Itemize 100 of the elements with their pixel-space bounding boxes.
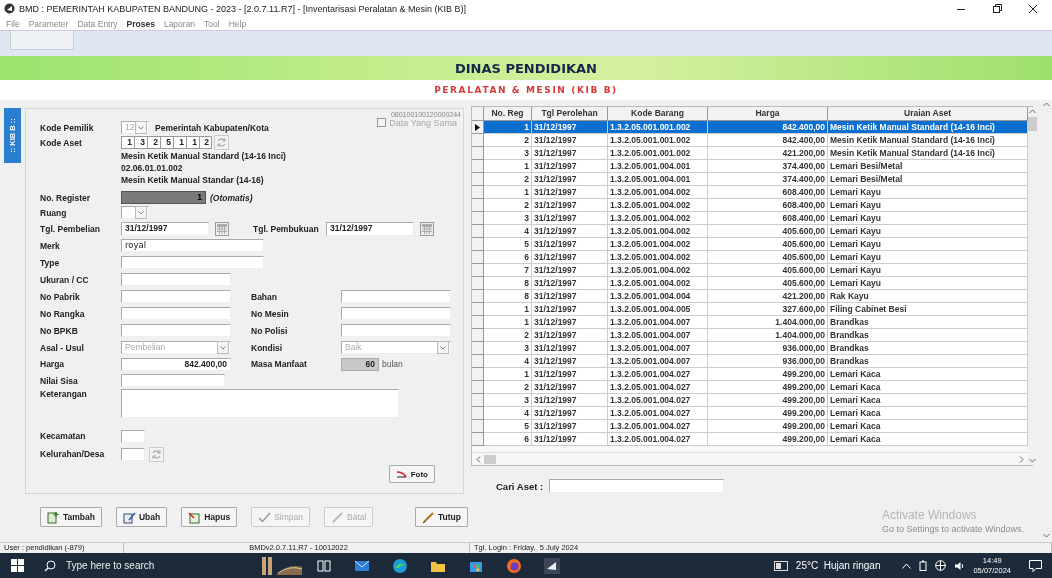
input-field[interactable]: royal [121,239,264,252]
dropdown[interactable] [121,206,149,219]
search-label: Cari Aset : [496,480,544,492]
table-cell: 405.600,00 [708,225,828,238]
table-row[interactable]: 4 31/12/1997 1.3.2.05.001.004.002 405.600,00 Lemari Kayu [472,225,1028,238]
search-field[interactable] [549,479,725,493]
refresh-icon[interactable] [149,446,164,462]
field-label: Harga [40,359,66,369]
input-field[interactable] [341,324,451,337]
table-row[interactable]: 6 31/12/1997 1.3.2.05.001.004.027 499.200,00 Lemari Kaca [472,433,1028,446]
menu-item[interactable]: Parameter [28,18,69,29]
refresh-icon[interactable] [214,135,229,150]
table-row[interactable]: 2 31/12/1997 1.3.2.05.001.004.001 374.400,00 Lemari Besi/Metal [472,173,1028,186]
checkbox-label: Data Yang Sama [389,117,457,128]
notes-field[interactable] [121,389,399,418]
table-row[interactable]: 7 31/12/1997 1.3.2.05.001.004.002 405.600,00 Lemari Kayu [472,264,1028,277]
table-row[interactable]: 5 31/12/1997 1.3.2.05.001.004.027 499.200,00 Lemari Kaca [472,420,1028,433]
firefox-icon[interactable] [506,557,522,574]
table-row[interactable]: 2 31/12/1997 1.3.2.05.001.001.002 842.400,00 Mesin Ketik Manual Standard (14-16 Inci) [472,134,1028,147]
network-icon[interactable] [935,560,947,571]
vertical-scrollbar[interactable] [1028,107,1037,465]
input-field[interactable] [121,256,264,269]
table-row[interactable]: 3 31/12/1997 1.3.2.05.001.004.002 608.400,00 Lemari Kayu [472,212,1028,225]
register-field[interactable]: 1 [121,191,206,204]
battery-icon[interactable] [919,560,928,571]
menu-item[interactable]: Proses [126,18,155,29]
calendar-icon[interactable] [420,221,434,236]
speaker-icon[interactable] [954,560,966,571]
table-row[interactable]: 1 31/12/1997 1.3.2.05.001.004.005 327.600,00 Filing Cabinet Besi [472,303,1028,316]
input-field[interactable] [121,324,231,337]
table-row[interactable]: 2 31/12/1997 1.3.2.05.001.004.007 1.404.000,00 Brandkas [472,329,1028,342]
table-row[interactable]: 1 31/12/1997 1.3.2.05.001.004.027 499.200,00 Lemari Kaca [472,368,1028,381]
input-field[interactable]: 31/12/1997 [326,221,414,236]
table-cell: 4 [484,225,532,238]
column-header[interactable]: Harga [708,107,828,121]
table-cell: 2 [484,134,532,147]
calendar-icon[interactable] [215,221,229,236]
notification-icon[interactable] [1029,559,1042,572]
table-row[interactable]: 3 31/12/1997 1.3.2.05.001.004.027 499.200,00 Lemari Kaca [472,394,1028,407]
life-field[interactable]: 60 [341,357,379,371]
windows-start-icon[interactable] [10,559,24,572]
column-header[interactable]: Uraian Aset [828,107,1028,121]
input-field[interactable] [121,429,145,443]
table-row[interactable]: 1 31/12/1997 1.3.2.05.001.004.007 1.404.000,00 Brandkas [472,316,1028,329]
unit-label: bulan [382,359,403,369]
table-row[interactable]: 1 31/12/1997 1.3.2.05.001.001.002 842.400,00 Mesin Ketik Manual Standard (14-16 Inci) [472,121,1028,134]
toolbar-button[interactable]: Ubah [115,507,168,527]
table-row[interactable]: 2 31/12/1997 1.3.2.05.001.004.002 608.400,00 Lemari Kayu [472,199,1028,212]
task-view-icon[interactable] [316,557,332,574]
taskbar-search-field[interactable]: Type here to search [34,553,254,578]
input-field[interactable]: 842.400,00 [121,357,231,371]
restore-icon[interactable] [992,3,1002,14]
menu-item[interactable]: Tool [204,18,220,29]
input-field[interactable] [341,290,451,303]
toolbar-button[interactable]: Hapus [181,507,238,527]
menu-item[interactable]: Laporan [163,18,196,29]
table-row[interactable]: 3 31/12/1997 1.3.2.05.001.004.007 936.000,00 Brandkas [472,342,1028,355]
field-label: Ruang [40,207,68,218]
menu-item[interactable]: Data Entry [77,18,118,29]
table-row[interactable]: 1 31/12/1997 1.3.2.05.001.004.002 608.400,00 Lemari Kayu [472,186,1028,199]
table-row[interactable]: 8 31/12/1997 1.3.2.05.001.004.004 421.200,00 Rak Kayu [472,290,1028,303]
table-row[interactable]: 4 31/12/1997 1.3.2.05.001.004.027 499.200,00 Lemari Kaca [472,407,1028,420]
table-row[interactable]: 4 31/12/1997 1.3.2.05.001.004.007 936.000,00 Brandkas [472,355,1028,368]
table-row[interactable]: 5 31/12/1997 1.3.2.05.001.004.002 405.600,00 Lemari Kayu [472,238,1028,251]
weather-icon[interactable] [773,559,788,572]
toolbar-button[interactable]: Tambah [40,507,102,527]
menu-item[interactable]: File [6,18,20,29]
document-tab[interactable] [10,31,74,50]
column-header[interactable]: No. Reg [484,107,532,121]
table-cell: 1 [484,160,532,173]
input-field[interactable] [121,273,231,286]
scroll-down-icon [1029,458,1036,463]
weather-text[interactable]: 25°C Hujan ringan [795,560,881,571]
table-row[interactable]: 8 31/12/1997 1.3.2.05.001.004.002 405.600,00 Lemari Kayu [472,277,1028,290]
app-icon[interactable] [544,557,560,574]
table-row[interactable]: 3 31/12/1997 1.3.2.05.001.001.002 421.200,00 Mesin Ketik Manual Standard (14-16 Inci) [472,147,1028,160]
table-cell: 6 [484,251,532,264]
menu-item[interactable]: Help [228,18,247,29]
news-widget-icon[interactable] [260,554,304,577]
input-field[interactable] [121,290,231,303]
input-field[interactable] [121,307,231,320]
chevron-up-icon[interactable] [902,562,912,569]
asset-code-field[interactable]: 1 3 2 5 1 1 2 [121,136,212,149]
asset-description: Mesin Ketik Manual Standar (14-16) [121,174,265,186]
input-field[interactable] [121,374,225,387]
table-row[interactable]: 2 31/12/1997 1.3.2.05.001.004.027 499.200,00 Lemari Kaca [472,381,1028,394]
horizontal-scrollbar[interactable] [472,452,1028,465]
table-row[interactable]: 1 31/12/1997 1.3.2.05.001.004.001 374.400,00 Lemari Besi/Metal [472,160,1028,173]
close-icon[interactable] [1028,3,1038,14]
input-field[interactable] [121,447,145,461]
input-field[interactable] [341,307,451,320]
browser-icon[interactable] [392,557,408,574]
input-field[interactable]: 31/12/1997 [121,221,209,236]
toolbar-button[interactable]: Tutup [415,507,468,527]
table-cell: 608.400,00 [708,186,828,199]
photo-button[interactable]: Foto [388,465,435,483]
table-cell: Brandkas [828,329,1028,342]
column-header[interactable]: Kode Barang [608,107,708,121]
table-row[interactable]: 6 31/12/1997 1.3.2.05.001.004.002 405.600,00 Lemari Kayu [472,251,1028,264]
column-header[interactable]: Tgl Perolehan [532,107,608,121]
